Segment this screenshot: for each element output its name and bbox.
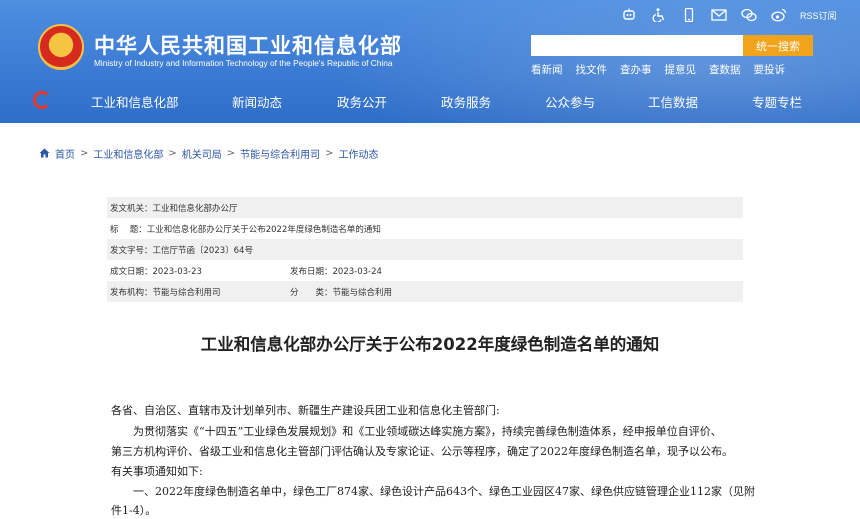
national-emblem-icon[interactable] [38,24,84,70]
quick-link-complaint[interactable]: 要投诉 [754,62,786,77]
meta-created-date: 成文日期：2023-03-23 [110,266,202,277]
accessibility-icon[interactable] [650,8,668,22]
breadcrumb-separator: > [80,147,89,159]
home-icon [39,148,50,158]
quick-link-services[interactable]: 查办事 [620,62,652,77]
article-title: 工业和信息化部办公厅关于公布2022年度绿色制造名单的通知 [200,335,660,354]
nav-item-data[interactable]: 工信数据 [648,92,698,111]
breadcrumb-ministry[interactable]: 工业和信息化部 [93,146,163,161]
article-paragraph-line: 有关事项通知如下: [111,465,203,478]
meta-row-issuer: 发文机关：工业和信息化部办公厅 [107,197,743,218]
article-salutation: 各省、自治区、直辖市及计划单列市、新疆生产建设兵团工业和信息化主管部门: [111,404,500,417]
quick-links: 看新闻 找文件 查办事 提意见 查数据 要投诉 [531,62,798,77]
quick-link-data[interactable]: 查数据 [709,62,741,77]
search-button[interactable]: 统一搜索 [743,35,813,56]
breadcrumb-department[interactable]: 节能与综合利用司 [240,146,320,161]
meta-category: 分 类：节能与综合利用 [290,287,393,298]
meta-publisher: 发布机构：节能与综合利用司 [110,287,221,298]
breadcrumb-departments[interactable]: 机关司局 [182,146,222,161]
meta-doc-number: 发文字号：工信厅节函〔2023〕64号 [110,245,253,256]
meta-issuer: 发文机关：工业和信息化部办公厅 [110,203,238,214]
quick-link-news[interactable]: 看新闻 [531,62,563,77]
breadcrumb-home[interactable]: 首页 [55,146,75,161]
breadcrumb: 首页 > 工业和信息化部 > 机关司局 > 节能与综合利用司 > 工作动态 [39,146,379,161]
nav-item-news[interactable]: 新闻动态 [232,92,282,111]
article-paragraph-line: 第三方机构评价、省级工业和信息化主管部门评估确认及专家论证、公示等程序，确定了2… [111,445,733,458]
weibo-icon[interactable] [770,8,788,22]
meta-row-doc-number: 发文字号：工信厅节函〔2023〕64号 [107,239,743,260]
nav-item-participation[interactable]: 公众参与 [545,92,595,111]
e-gov-logo-icon[interactable] [33,91,51,109]
article-paragraph-line: 一、2022年度绿色制造名单中，绿色工厂874家、绿色设计产品643个、绿色工业… [111,485,755,498]
meta-published-date: 发布日期：2023-03-24 [290,266,382,277]
article-paragraph-line: 为贯彻落实《“十四五”工业绿色发展规划》和《工业领域碳达峰实施方案》，持续完善绿… [111,425,722,438]
meta-row-dates: 成文日期：2023-03-23 发布日期：2023-03-24 [107,260,743,281]
site-title[interactable]: 中华人民共和国工业和信息化部 [94,30,402,60]
meta-row-subject: 标 题：工业和信息化部办公厅关于公布2022年度绿色制造名单的通知 [107,218,743,239]
quick-link-files[interactable]: 找文件 [576,62,608,77]
mobile-icon[interactable] [680,8,698,22]
nav-item-services[interactable]: 政务服务 [441,92,491,111]
robot-icon[interactable] [620,8,638,22]
nav-item-ministry[interactable]: 工业和信息化部 [91,92,179,111]
breadcrumb-work-news[interactable]: 工作动态 [339,146,379,161]
breadcrumb-separator: > [226,147,236,159]
main-nav: 工业和信息化部 新闻动态 政务公开 政务服务 公众参与 工信数据 专题专栏 [0,86,860,116]
wechat-icon[interactable] [740,8,758,22]
breadcrumb-separator: > [325,147,334,159]
nav-item-topics[interactable]: 专题专栏 [752,92,802,111]
rss-link[interactable]: RSS订阅 [800,9,837,22]
document-meta-table: 发文机关：工业和信息化部办公厅 标 题：工业和信息化部办公厅关于公布2022年度… [107,197,743,302]
breadcrumb-separator: > [168,147,177,159]
mail-icon[interactable] [710,8,728,22]
site-header: 中华人民共和国工业和信息化部 Ministry of Industry and … [0,0,860,123]
site-subtitle: Ministry of Industry and Information Tec… [94,58,393,68]
quick-link-feedback[interactable]: 提意见 [665,62,697,77]
meta-row-publisher: 发布机构：节能与综合利用司 分 类：节能与综合利用 [107,281,743,302]
meta-subject: 标 题：工业和信息化部办公厅关于公布2022年度绿色制造名单的通知 [110,224,381,235]
nav-item-gov-affairs[interactable]: 政务公开 [337,92,387,111]
search-input[interactable] [531,35,743,56]
top-utility-bar: RSS订阅 [620,7,837,23]
article-paragraph-line: 件1-4）。 [111,504,157,517]
